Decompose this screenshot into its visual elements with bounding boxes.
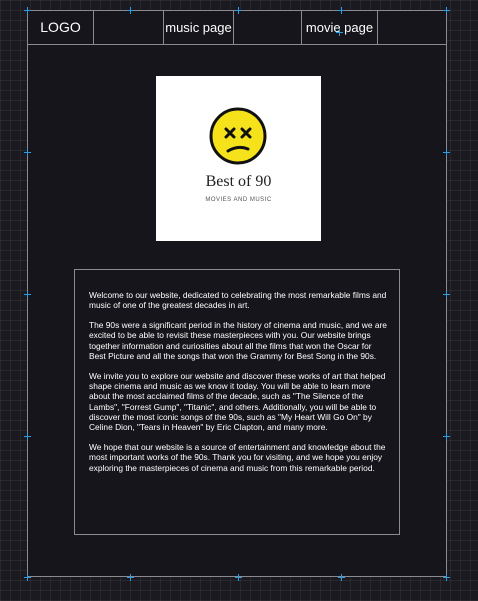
logo-image: Best of 90 MOVIES AND MUSIC — [156, 76, 321, 241]
nav-movie-page[interactable]: movie page — [302, 11, 378, 44]
resize-handle[interactable] — [235, 574, 242, 581]
logo-subtitle: MOVIES AND MUSIC — [205, 197, 272, 203]
page-frame: LOGO music page movie page Best of 90 MO… — [27, 10, 447, 577]
top-nav: LOGO music page movie page — [28, 11, 446, 45]
intro-text-box: Welcome to our website, dedicated to cel… — [74, 269, 400, 535]
resize-handle[interactable] — [24, 574, 31, 581]
logo-link[interactable]: LOGO — [28, 11, 94, 44]
resize-handle[interactable] — [24, 7, 31, 14]
intro-paragraph-1: Welcome to our website, dedicated to cel… — [89, 290, 387, 311]
resize-handle[interactable] — [24, 433, 31, 440]
resize-handle[interactable] — [24, 291, 31, 298]
resize-handle[interactable] — [338, 574, 345, 581]
intro-paragraph-3: We invite you to explore our website and… — [89, 370, 386, 433]
nav-music-page[interactable]: music page — [164, 11, 234, 44]
intro-paragraph-4: We hope that our website is a source of … — [89, 442, 386, 473]
resize-handle[interactable] — [443, 149, 450, 156]
logo-title: Best of 90 — [205, 173, 272, 190]
resize-handle[interactable] — [443, 291, 450, 298]
intro-paragraph-2: The 90s were a significant period in the… — [89, 320, 387, 361]
resize-handle[interactable] — [127, 574, 134, 581]
resize-handle[interactable] — [235, 7, 242, 14]
nav-empty-cell-2 — [234, 11, 302, 44]
resize-handle[interactable] — [443, 574, 450, 581]
resize-handle[interactable] — [443, 433, 450, 440]
resize-handle[interactable] — [24, 149, 31, 156]
resize-handle[interactable] — [443, 7, 450, 14]
resize-handle[interactable] — [127, 7, 134, 14]
dizzy-face-icon — [209, 107, 267, 165]
resize-handle[interactable] — [338, 7, 345, 14]
center-handle[interactable] — [336, 29, 343, 36]
nav-empty-cell-3 — [378, 11, 446, 44]
nav-empty-cell-1 — [94, 11, 164, 44]
